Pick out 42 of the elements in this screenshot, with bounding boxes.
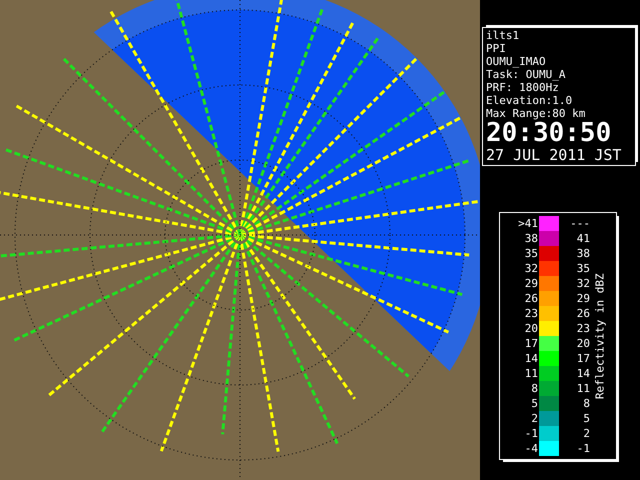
legend-low-value: 5: [530, 396, 538, 411]
info-text: Max Range:80 km: [486, 107, 586, 120]
legend-high-value: 38: [576, 246, 590, 261]
legend-high-value: -1: [576, 441, 590, 456]
legend-high-value: 35: [576, 261, 590, 276]
legend-low-value: 17: [524, 336, 538, 351]
info-text: PPI: [486, 42, 507, 55]
legend-high-value: 17: [576, 351, 590, 366]
legend-high-value: ---: [569, 216, 590, 231]
legend-low-value: 8: [530, 381, 538, 396]
info-text: Task: OUMU_A: [486, 68, 566, 81]
legend-low-value: 2: [530, 411, 538, 426]
legend-low-value: 14: [524, 351, 538, 366]
legend-high-value: 26: [576, 306, 590, 321]
legend-low-value: 35: [524, 246, 538, 261]
legend-high-value: 2: [582, 426, 590, 441]
legend-high-value: 23: [576, 321, 590, 336]
legend-low-value: >41: [517, 216, 538, 231]
legend-high-value: 32: [576, 276, 590, 291]
legend-low-value: -1: [524, 426, 538, 441]
info-text: Elevation:1.0: [486, 94, 574, 107]
legend-high-value: 8: [582, 396, 590, 411]
date-text: 27 JUL 2011 JST: [486, 146, 622, 164]
legend-low-value: 26: [524, 291, 538, 306]
legend-high-value: 11: [576, 381, 590, 396]
legend-high-value: 14: [576, 366, 590, 381]
legend-high-value: 5: [582, 411, 590, 426]
legend-title: Reflectivity in dBZ: [592, 273, 608, 399]
legend-high-value: 29: [576, 291, 590, 306]
legend-low-value: 20: [524, 321, 538, 336]
info-text: PRF: 1800Hz: [486, 81, 560, 94]
legend-low-value: 23: [524, 306, 538, 321]
legend-low-value: 32: [524, 261, 538, 276]
time-text: 20:30:50: [486, 120, 612, 146]
legend-low-value: -4: [524, 441, 538, 456]
legend-low-value: 38: [524, 231, 538, 246]
info-text: ilts1: [486, 29, 520, 42]
legend-high-value: 41: [576, 231, 590, 246]
legend-low-value: 29: [524, 276, 538, 291]
legend-low-value: 11: [524, 366, 538, 381]
info-text: OUMU_IMAO: [486, 55, 547, 68]
legend-high-value: 20: [576, 336, 590, 351]
